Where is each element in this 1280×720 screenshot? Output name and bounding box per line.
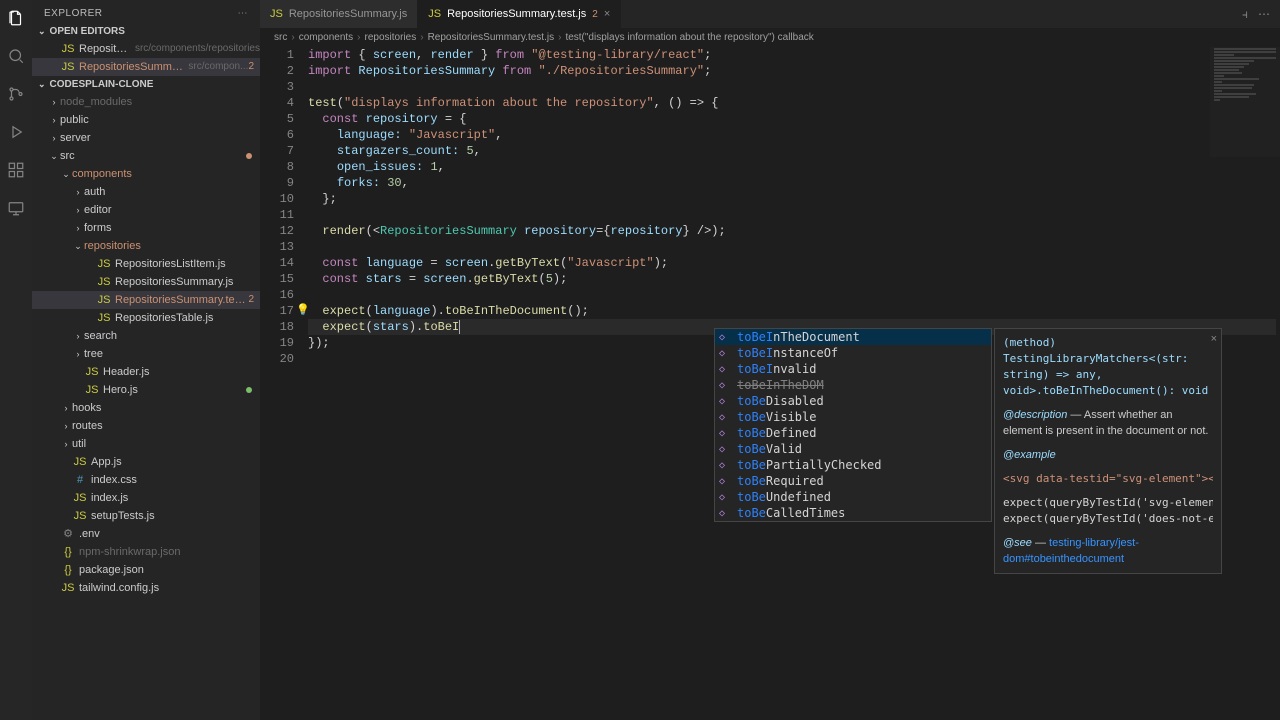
folder-item[interactable]: ›node_modules [32, 93, 260, 111]
editor-area: JSRepositoriesSummary.jsJSRepositoriesSu… [260, 0, 1280, 720]
file-item[interactable]: {}npm-shrinkwrap.json [32, 543, 260, 561]
remote-icon[interactable] [6, 198, 26, 218]
suggest-item[interactable]: ◇toBeValid [715, 441, 991, 457]
suggest-item[interactable]: ◇toBeDisabled [715, 393, 991, 409]
file-item[interactable]: JSRepositoriesSummary.test.js2 [32, 291, 260, 309]
folder-item[interactable]: ›routes [32, 417, 260, 435]
scm-icon[interactable] [6, 84, 26, 104]
search-icon[interactable] [6, 46, 26, 66]
folder-item[interactable]: ›server [32, 129, 260, 147]
folder-item[interactable]: ⌄components [32, 165, 260, 183]
extensions-icon[interactable] [6, 160, 26, 180]
minimap[interactable] [1210, 47, 1280, 157]
lightbulb-icon[interactable]: 💡 [296, 303, 310, 319]
suggest-item[interactable]: ◇toBeRequired [715, 473, 991, 489]
sidebar-more-icon[interactable]: ⋯ [238, 8, 249, 19]
file-item[interactable]: JStailwind.config.js [32, 579, 260, 597]
split-editor-icon[interactable]: ⫞ [1242, 7, 1248, 22]
file-item[interactable]: ⚙.env [32, 525, 260, 543]
file-item[interactable]: JSRepositoriesSummary.js [32, 273, 260, 291]
folder-item[interactable]: ›hooks [32, 399, 260, 417]
activity-bar [0, 0, 32, 720]
file-item[interactable]: JSsetupTests.js [32, 507, 260, 525]
file-item[interactable]: JSApp.js [32, 453, 260, 471]
suggest-item[interactable]: ◇toBeVisible [715, 409, 991, 425]
file-item[interactable]: #index.css [32, 471, 260, 489]
open-editor-item[interactable]: JSRepositoriesSummary.jssrc/components/r… [32, 40, 260, 58]
suggest-item[interactable]: ◇toBePartiallyChecked [715, 457, 991, 473]
suggest-item[interactable]: ◇toBeUndefined [715, 489, 991, 505]
breadcrumb[interactable]: src›components›repositories›Repositories… [260, 28, 1280, 47]
tab-bar: JSRepositoriesSummary.jsJSRepositoriesSu… [260, 0, 1280, 28]
folder-item[interactable]: ›tree [32, 345, 260, 363]
debug-icon[interactable] [6, 122, 26, 142]
suggest-item[interactable]: ◇toBeCalledTimes [715, 505, 991, 521]
suggest-item[interactable]: ◇toBeInTheDocument [715, 329, 991, 345]
file-item[interactable]: JSindex.js [32, 489, 260, 507]
suggest-item[interactable]: ◇toBeDefined [715, 425, 991, 441]
folder-item[interactable]: ›auth [32, 183, 260, 201]
file-item[interactable]: JSRepositoriesTable.js [32, 309, 260, 327]
suggest-item[interactable]: ◇toBeInvalid [715, 361, 991, 377]
project-section[interactable]: ⌄CODESPLAIN-CLONE [32, 76, 260, 93]
folder-item[interactable]: ›search [32, 327, 260, 345]
file-item[interactable]: {}package.json [32, 561, 260, 579]
close-tab-icon[interactable]: × [604, 8, 610, 20]
suggest-item[interactable]: ◇toBeInTheDOM [715, 377, 991, 393]
folder-item[interactable]: ›util [32, 435, 260, 453]
method-signature: (method) TestingLibraryMatchers<(str: st… [1003, 335, 1213, 399]
file-item[interactable]: JSRepositoriesListItem.js [32, 255, 260, 273]
folder-item[interactable]: ⌄repositories [32, 237, 260, 255]
documentation-popup: × (method) TestingLibraryMatchers<(str: … [994, 328, 1222, 574]
sidebar: EXPLORER ⋯ ⌄OPEN EDITORS JSRepositoriesS… [32, 0, 260, 720]
open-editors-section[interactable]: ⌄OPEN EDITORS [32, 23, 260, 40]
open-editor-item[interactable]: JSRepositoriesSummary.test.jssrc/compon.… [32, 58, 260, 76]
file-item[interactable]: JSHero.js [32, 381, 260, 399]
more-actions-icon[interactable]: ⋯ [1258, 7, 1270, 21]
explorer-icon[interactable] [6, 8, 26, 28]
suggest-item[interactable]: ◇toBeInstanceOf [715, 345, 991, 361]
folder-item[interactable]: ›forms [32, 219, 260, 237]
intellisense-popup[interactable]: ◇toBeInTheDocument◇toBeInstanceOf◇toBeIn… [714, 328, 992, 522]
close-icon[interactable]: × [1211, 331, 1217, 347]
sidebar-title: EXPLORER ⋯ [32, 0, 260, 23]
folder-item[interactable]: ›editor [32, 201, 260, 219]
editor-tab[interactable]: JSRepositoriesSummary.test.js2× [418, 0, 621, 28]
file-item[interactable]: JSHeader.js [32, 363, 260, 381]
editor-tab[interactable]: JSRepositoriesSummary.js [260, 0, 418, 28]
folder-item[interactable]: ›public [32, 111, 260, 129]
folder-item[interactable]: ⌄src [32, 147, 260, 165]
